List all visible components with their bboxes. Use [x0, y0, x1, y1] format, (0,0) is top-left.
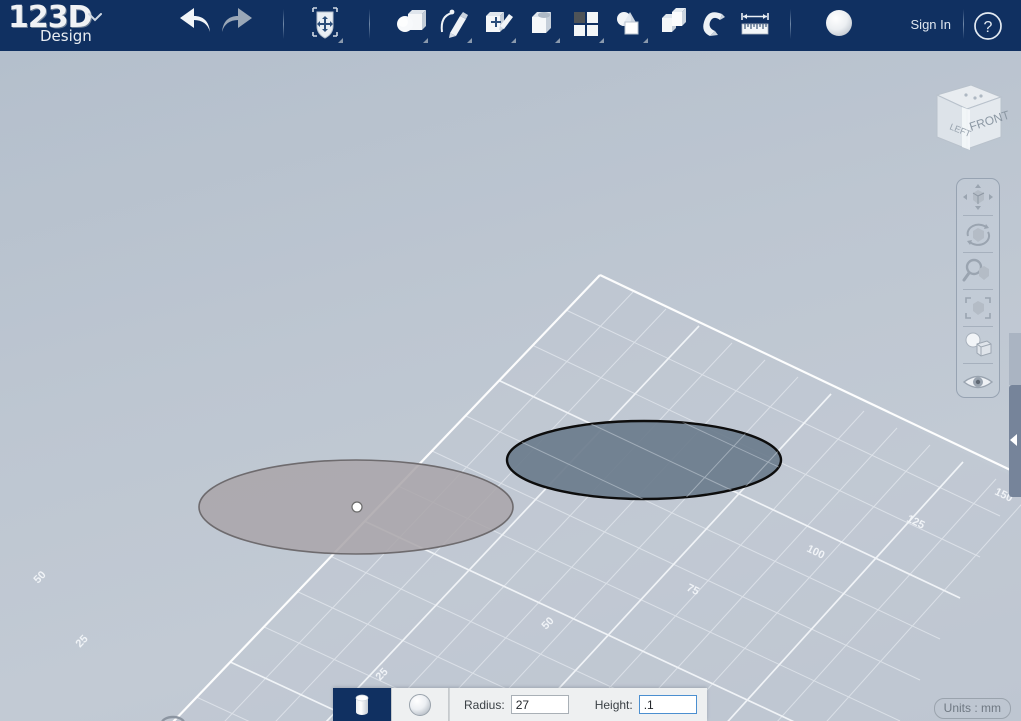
units-badge[interactable]: Units : mm	[933, 698, 1011, 719]
chevron-left-icon	[1010, 434, 1017, 446]
pattern-tool-button[interactable]	[564, 4, 608, 44]
orbit-rotate-icon[interactable]	[957, 216, 999, 252]
dropdown-caret-icon[interactable]	[643, 38, 648, 43]
view-cube[interactable]: LEFT FRONT	[909, 67, 1012, 159]
top-toolbar: 123D Design Sign In ?	[0, 0, 1021, 51]
grouping-tool-button[interactable]	[608, 4, 652, 44]
help-glyph: ?	[984, 19, 993, 36]
redo-button[interactable]	[216, 4, 260, 44]
height-label: Height:	[594, 697, 633, 712]
construct-tool-button[interactable]	[476, 4, 520, 44]
dropdown-caret-icon[interactable]	[467, 38, 472, 43]
material-sphere-button[interactable]	[818, 4, 862, 44]
transform-tool-button[interactable]	[303, 4, 347, 44]
toolbar-separator-3	[790, 9, 791, 39]
right-panel-strip	[1009, 333, 1021, 385]
dropdown-caret-icon[interactable]	[555, 38, 560, 43]
3d-viewport[interactable]: 50 25 25 50 75 100 125 150 LEFT FRONT	[0, 51, 1021, 721]
toolbar-separator-4	[963, 9, 964, 39]
fit-to-window-icon[interactable]	[957, 290, 999, 326]
help-button[interactable]: ?	[973, 11, 1003, 41]
modify-tool-button[interactable]	[520, 4, 564, 44]
sketch-tool-button[interactable]	[432, 4, 476, 44]
combine-tool-button[interactable]	[652, 4, 696, 44]
cylinder-icon	[355, 694, 369, 715]
radius-input[interactable]	[510, 695, 569, 714]
toolbar-separator-1	[283, 9, 284, 39]
axis-label-left-25: 25	[74, 633, 91, 650]
sign-in-link[interactable]: Sign In	[911, 17, 951, 32]
radius-label: Radius:	[464, 697, 505, 712]
magnifier-zoom-icon[interactable]	[957, 253, 999, 289]
shape-parameter-toolbar: Radius: Height:	[333, 688, 707, 721]
pan-arrows-icon[interactable]	[957, 179, 999, 215]
cylinder-preview-disc	[198, 459, 514, 555]
eye-visibility-icon[interactable]	[957, 364, 999, 400]
cylinder-shape-button[interactable]	[333, 688, 391, 721]
workplane-grid: 50 25 25 50 75 100 125 150	[32, 274, 1021, 721]
dropdown-caret-icon[interactable]	[338, 38, 343, 43]
measure-tool-button[interactable]	[733, 4, 777, 44]
undo-button[interactable]	[172, 4, 216, 44]
caret-down-icon[interactable]	[88, 11, 102, 23]
sphere-icon	[409, 693, 431, 716]
dropdown-caret-icon[interactable]	[599, 38, 604, 43]
height-input[interactable]	[638, 695, 697, 714]
parameter-fields: Radius: Height:	[449, 688, 707, 721]
dropdown-caret-icon[interactable]	[511, 38, 516, 43]
navigation-toolbar	[956, 178, 1000, 398]
snap-magnet-button[interactable]	[692, 4, 736, 44]
display-shading-icon[interactable]	[957, 327, 999, 363]
toolbar-separator-2	[369, 9, 370, 39]
app-logo[interactable]: 123D Design	[6, 0, 126, 48]
logo-text-design: Design	[40, 27, 92, 45]
primitives-tool-button[interactable]	[388, 4, 432, 44]
dropdown-caret-icon[interactable]	[423, 38, 428, 43]
collapse-panel-arrow[interactable]	[1009, 385, 1021, 497]
axis-label-left-50: 50	[32, 569, 49, 586]
sphere-shape-button[interactable]	[391, 688, 449, 721]
